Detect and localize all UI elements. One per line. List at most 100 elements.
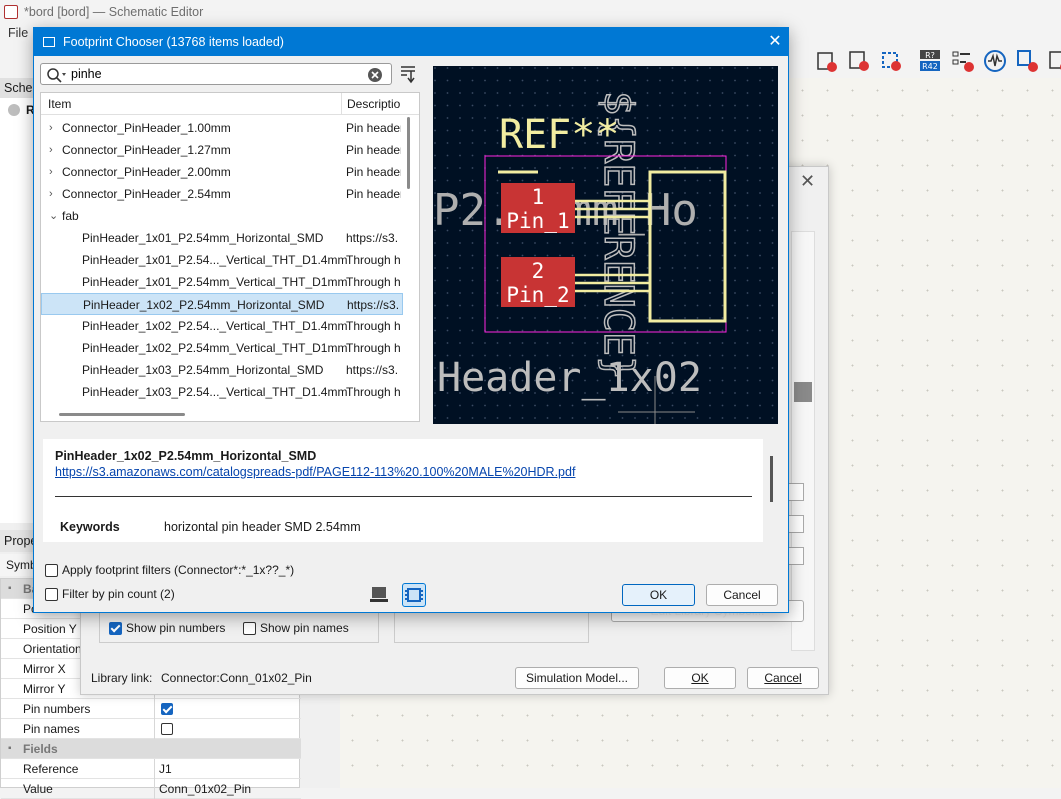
keywords-label: Keywords xyxy=(60,520,120,534)
property-row[interactable]: Value Conn_01x02_Pin xyxy=(1,779,301,799)
sort-icon[interactable] xyxy=(398,64,418,84)
chevron-right-icon[interactable]: › xyxy=(49,183,53,205)
list-item[interactable]: ⌄ fab xyxy=(41,205,403,227)
close-icon[interactable]: ✕ xyxy=(762,28,788,56)
property-value[interactable]: J1 xyxy=(159,759,172,779)
checkbox-box[interactable] xyxy=(243,622,256,635)
ok-button[interactable]: OK xyxy=(622,584,695,606)
item-description: Pin header xyxy=(346,165,401,179)
svg-text:R42: R42 xyxy=(922,62,938,71)
annotate-icon[interactable]: R? R42 xyxy=(918,48,944,74)
scroll-thumb[interactable] xyxy=(794,382,812,402)
property-row[interactable]: Pin numbers xyxy=(1,699,301,719)
property-checkbox[interactable] xyxy=(161,703,173,715)
list-item[interactable]: › Connector_PinHeader_2.00mm Pin header xyxy=(41,161,403,183)
column-divider xyxy=(154,759,155,779)
property-row[interactable]: Pin names xyxy=(1,719,301,739)
simulator-icon[interactable] xyxy=(982,48,1008,74)
property-value[interactable]: Conn_01x02_Pin xyxy=(159,779,251,799)
list-item[interactable]: PinHeader_1x02_P2.54mm_Vertical_THT_D1mm… xyxy=(41,337,403,359)
cancel-button[interactable]: Cancel xyxy=(706,584,778,606)
footprint-assign-icon[interactable] xyxy=(878,48,904,74)
search-box[interactable] xyxy=(40,63,392,85)
app-icon xyxy=(4,5,18,19)
list-item[interactable]: PinHeader_1x02_P2.54mm_Horizontal_SMD htt… xyxy=(41,293,403,315)
pad-1-name: Pin_1 xyxy=(506,209,569,233)
show-3d-viewer-icon[interactable] xyxy=(367,583,391,607)
show-pin-numbers-checkbox[interactable]: Show pin numbers xyxy=(109,621,225,637)
horizontal-scrollbar[interactable] xyxy=(59,413,185,416)
scripting-icon[interactable] xyxy=(1046,48,1061,74)
checkbox-box[interactable] xyxy=(45,564,58,577)
close-icon[interactable]: ✕ xyxy=(800,171,815,192)
property-key: Mirror X xyxy=(23,662,66,676)
item-name: PinHeader_1x03_P2.54..._Vertical_THT_D1.… xyxy=(82,385,348,399)
item-name: PinHeader_1x02_P2.54..._Vertical_THT_D1.… xyxy=(82,319,348,333)
pad-1-number: 1 xyxy=(532,185,545,209)
item-name: PinHeader_1x03_P2.54mm_Horizontal_SMD xyxy=(82,363,324,377)
item-name: Connector_PinHeader_2.00mm xyxy=(62,165,231,179)
column-item[interactable]: Item xyxy=(48,97,71,111)
list-item[interactable]: PinHeader_1x01_P2.54mm_Vertical_THT_D1mm… xyxy=(41,271,403,293)
collapse-icon[interactable]: ▪ xyxy=(8,739,12,759)
list-item[interactable]: PinHeader_1x03_P2.54..._Vertical_THT_D1.… xyxy=(41,381,403,403)
checkbox-box[interactable] xyxy=(45,588,58,601)
column-divider xyxy=(154,699,155,719)
collapse-icon[interactable]: ▪ xyxy=(8,579,12,599)
chevron-right-icon[interactable]: › xyxy=(49,117,53,139)
list-item[interactable]: › Connector_PinHeader_1.27mm Pin header xyxy=(41,139,403,161)
footprint-chooser-dialog: Footprint Chooser (13768 items loaded) ✕… xyxy=(33,27,789,613)
bom-icon[interactable] xyxy=(1014,48,1040,74)
checkbox-label: Apply footprint filters (Connector*:*_1x… xyxy=(62,563,295,577)
item-name: Connector_PinHeader_1.00mm xyxy=(62,121,231,135)
chevron-right-icon[interactable]: › xyxy=(49,161,53,183)
list-item[interactable]: › Connector_PinHeader_1.00mm Pin header xyxy=(41,117,403,139)
erc-icon[interactable] xyxy=(814,48,840,74)
chevron-down-icon[interactable]: ⌄ xyxy=(49,205,58,227)
properties-tab[interactable]: Symb xyxy=(0,554,37,576)
footprint-view-toggle-icon[interactable] xyxy=(402,583,426,607)
property-checkbox[interactable] xyxy=(161,723,173,735)
list-item[interactable]: PinHeader_1x02_P2.54..._Vertical_THT_D1.… xyxy=(41,315,403,337)
item-description: Through h xyxy=(346,341,401,355)
hierarchy-tree[interactable]: R xyxy=(0,98,36,523)
property-key: Fields xyxy=(23,742,58,756)
checkbox-label: Show pin numbers xyxy=(126,621,226,635)
list-item[interactable]: PinHeader_1x01_P2.54mm_Horizontal_SMD htt… xyxy=(41,227,403,249)
details-panel: PinHeader_1x02_P2.54mm_Horizontal_SMD ht… xyxy=(43,439,773,542)
details-scrollbar[interactable] xyxy=(770,456,773,502)
fab-value-bottom-text: Header_1x02 xyxy=(437,355,702,401)
item-name: PinHeader_1x02_P2.54mm_Horizontal_SMD xyxy=(83,298,325,312)
item-name: fab xyxy=(62,209,79,223)
symbol-checker-icon[interactable] xyxy=(846,48,872,74)
vertical-scrollbar[interactable] xyxy=(407,117,410,189)
checklist-icon[interactable] xyxy=(950,48,976,74)
chevron-right-icon[interactable]: › xyxy=(49,139,53,161)
column-description[interactable]: Descriptio xyxy=(347,97,400,111)
symbol-ok-button[interactable]: OK xyxy=(664,667,736,689)
list-item[interactable]: PinHeader_1x01_P2.54..._Vertical_THT_D1.… xyxy=(41,249,403,271)
footprint-preview[interactable]: P2.54mm_Ho Header_1x02 ${REFERENCE} 1 Pi… xyxy=(433,66,778,424)
column-divider[interactable] xyxy=(341,93,342,115)
library-link-value: Connector:Conn_01x02_Pin xyxy=(161,671,312,685)
list-item[interactable]: › Connector_PinHeader_2.54mm Pin header xyxy=(41,183,403,205)
search-input[interactable] xyxy=(71,66,361,82)
filter-pin-count-checkbox[interactable]: Filter by pin count (2) xyxy=(45,587,175,603)
show-pin-names-checkbox[interactable]: Show pin names xyxy=(243,621,349,637)
item-description: Through h xyxy=(346,253,401,267)
pad-2-name: Pin_2 xyxy=(506,283,569,307)
clear-search-icon[interactable] xyxy=(367,67,383,83)
checkbox-box[interactable] xyxy=(109,622,122,635)
property-row[interactable]: Reference J1 xyxy=(1,759,301,779)
property-group[interactable]: ▪ Fields xyxy=(1,739,301,759)
datasheet-link[interactable]: https://s3.amazonaws.com/catalogspreads-… xyxy=(55,465,575,479)
apply-footprint-filters-checkbox[interactable]: Apply footprint filters (Connector*:*_1x… xyxy=(45,563,294,579)
list-item[interactable]: PinHeader_1x03_P2.54mm_Horizontal_SMD htt… xyxy=(41,359,403,381)
svg-text:R?: R? xyxy=(925,51,935,60)
hierarchy-header: Schem xyxy=(0,78,43,98)
field-grid-scroll[interactable] xyxy=(791,231,815,651)
simulation-model-button[interactable]: Simulation Model... xyxy=(515,667,639,689)
symbol-cancel-button[interactable]: Cancel xyxy=(747,667,819,689)
checkbox-label: Filter by pin count (2) xyxy=(62,587,175,601)
footprint-tree[interactable]: Item Descriptio › Connector_PinHeader_1.0… xyxy=(40,92,420,422)
